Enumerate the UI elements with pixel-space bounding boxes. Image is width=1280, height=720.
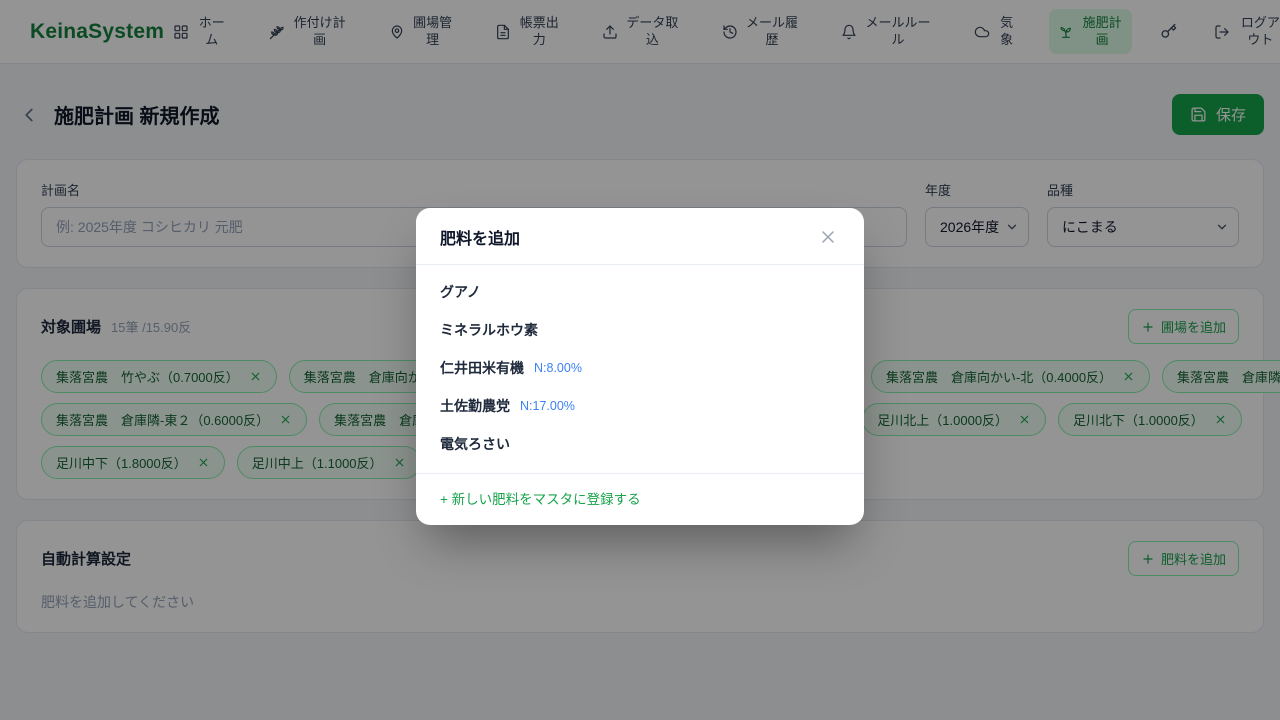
fertilizer-list-item[interactable]: 電気ろさい bbox=[416, 425, 864, 463]
fertilizer-n-percentage: N:17.00% bbox=[520, 399, 575, 413]
fertilizer-list-item[interactable]: ミネラルホウ素 bbox=[416, 311, 864, 349]
fertilizer-name: 電気ろさい bbox=[440, 434, 510, 454]
fertilizer-name: グアノ bbox=[440, 282, 481, 302]
modal-close-button[interactable] bbox=[816, 225, 840, 249]
fertilizer-name: 仁井田米有機 bbox=[440, 358, 524, 378]
fertilizer-name: 土佐勤農党 bbox=[440, 396, 510, 416]
modal-header: 肥料を追加 bbox=[416, 208, 864, 265]
modal-title: 肥料を追加 bbox=[440, 225, 520, 249]
register-new-fertilizer-link[interactable]: + 新しい肥料をマスタに登録する bbox=[440, 488, 641, 508]
close-icon bbox=[818, 227, 838, 247]
fertilizer-list-item[interactable]: 土佐勤農党 N:17.00% bbox=[416, 387, 864, 425]
add-fertilizer-modal: 肥料を追加 グアノ ミネラルホウ素 仁井田米有機 N:8.00% 土佐勤農党 N… bbox=[416, 208, 864, 525]
fertilizer-list-item[interactable]: 仁井田米有機 N:8.00% bbox=[416, 349, 864, 387]
modal-footer: + 新しい肥料をマスタに登録する bbox=[416, 473, 864, 525]
fertilizer-list-item[interactable]: グアノ bbox=[416, 273, 864, 311]
fertilizer-n-percentage: N:8.00% bbox=[534, 361, 582, 375]
fertilizer-name: ミネラルホウ素 bbox=[440, 320, 538, 340]
fertilizer-list: グアノ ミネラルホウ素 仁井田米有機 N:8.00% 土佐勤農党 N:17.00… bbox=[416, 265, 864, 473]
